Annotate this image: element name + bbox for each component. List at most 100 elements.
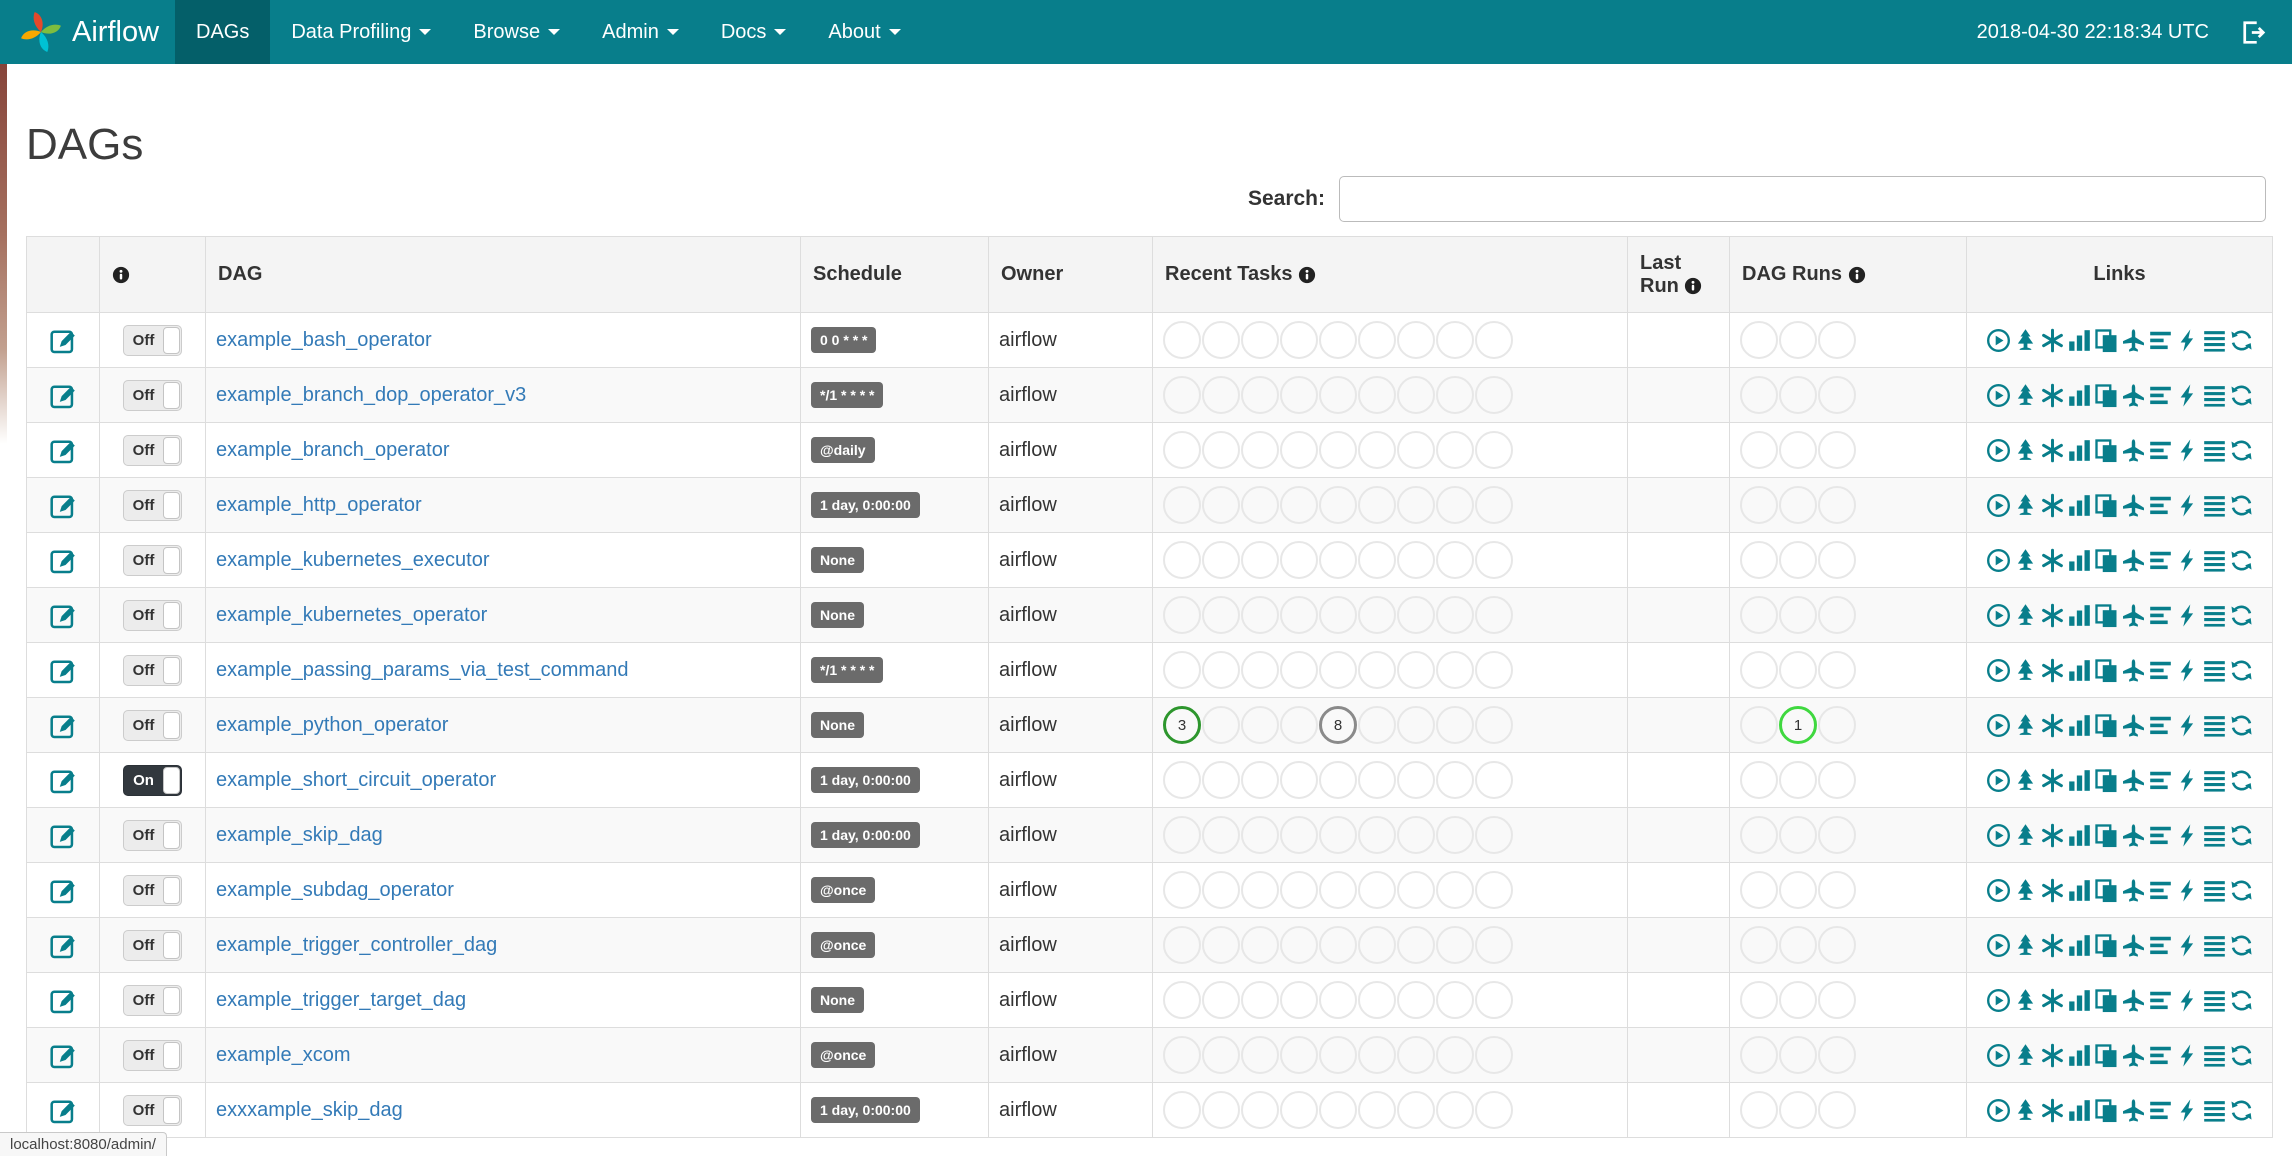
gantt-view-icon[interactable] [2148,933,2173,958]
task-tries-icon[interactable] [2094,493,2119,518]
refresh-icon[interactable] [2229,658,2254,683]
refresh-icon[interactable] [2229,823,2254,848]
log-icon[interactable] [2202,823,2227,848]
graph-view-icon[interactable] [2040,493,2065,518]
landing-times-icon[interactable] [2121,713,2146,738]
gantt-view-icon[interactable] [2148,878,2173,903]
task-tries-icon[interactable] [2094,768,2119,793]
tree-view-icon[interactable] [2013,768,2038,793]
dag-pause-toggle[interactable]: Off [123,489,182,521]
task-duration-icon[interactable] [2067,1098,2092,1123]
gantt-view-icon[interactable] [2148,713,2173,738]
code-view-icon[interactable] [2175,548,2200,573]
dag-pause-toggle[interactable]: Off [123,929,182,961]
dag-link[interactable]: example_python_operator [216,714,448,736]
dag-link[interactable]: example_xcom [216,1044,351,1066]
trigger-dag-icon[interactable] [1986,768,2011,793]
trigger-dag-icon[interactable] [1986,713,2011,738]
gantt-view-icon[interactable] [2148,1098,2173,1123]
trigger-dag-icon[interactable] [1986,823,2011,848]
dag-pause-toggle[interactable]: Off [123,709,182,741]
task-duration-icon[interactable] [2067,1043,2092,1068]
tree-view-icon[interactable] [2013,713,2038,738]
trigger-dag-icon[interactable] [1986,658,2011,683]
nav-item-admin[interactable]: Admin [581,0,700,64]
nav-item-about[interactable]: About [807,0,921,64]
gantt-view-icon[interactable] [2148,548,2173,573]
tree-view-icon[interactable] [2013,933,2038,958]
edit-dag-icon[interactable] [49,767,77,794]
graph-view-icon[interactable] [2040,383,2065,408]
code-view-icon[interactable] [2175,768,2200,793]
graph-view-icon[interactable] [2040,658,2065,683]
task-duration-icon[interactable] [2067,878,2092,903]
landing-times-icon[interactable] [2121,823,2146,848]
trigger-dag-icon[interactable] [1986,493,2011,518]
edit-dag-icon[interactable] [49,712,77,739]
gantt-view-icon[interactable] [2148,658,2173,683]
log-icon[interactable] [2202,878,2227,903]
tree-view-icon[interactable] [2013,878,2038,903]
gantt-view-icon[interactable] [2148,383,2173,408]
landing-times-icon[interactable] [2121,383,2146,408]
log-icon[interactable] [2202,548,2227,573]
log-icon[interactable] [2202,603,2227,628]
nav-item-dags[interactable]: DAGs [175,0,271,64]
dag-link[interactable]: exxxample_skip_dag [216,1099,403,1121]
gantt-view-icon[interactable] [2148,603,2173,628]
edit-dag-icon[interactable] [49,1042,77,1069]
search-input[interactable] [1339,176,2266,222]
tree-view-icon[interactable] [2013,383,2038,408]
landing-times-icon[interactable] [2121,1043,2146,1068]
refresh-icon[interactable] [2229,383,2254,408]
edit-dag-icon[interactable] [49,657,77,684]
landing-times-icon[interactable] [2121,1098,2146,1123]
trigger-dag-icon[interactable] [1986,988,2011,1013]
dag-pause-toggle[interactable]: Off [123,1039,182,1071]
refresh-icon[interactable] [2229,988,2254,1013]
dag-link[interactable]: example_passing_params_via_test_command [216,659,628,681]
task-duration-icon[interactable] [2067,328,2092,353]
task-duration-icon[interactable] [2067,383,2092,408]
dag-link[interactable]: example_http_operator [216,494,422,516]
refresh-icon[interactable] [2229,878,2254,903]
landing-times-icon[interactable] [2121,878,2146,903]
tree-view-icon[interactable] [2013,658,2038,683]
edit-dag-icon[interactable] [49,602,77,629]
task-duration-icon[interactable] [2067,493,2092,518]
graph-view-icon[interactable] [2040,768,2065,793]
nav-item-browse[interactable]: Browse [452,0,581,64]
dag-pause-toggle[interactable]: Off [123,324,182,356]
tree-view-icon[interactable] [2013,438,2038,463]
gantt-view-icon[interactable] [2148,328,2173,353]
code-view-icon[interactable] [2175,878,2200,903]
refresh-icon[interactable] [2229,493,2254,518]
edit-dag-icon[interactable] [49,327,77,354]
dag-pause-toggle[interactable]: Off [123,1094,182,1126]
refresh-icon[interactable] [2229,1098,2254,1123]
landing-times-icon[interactable] [2121,933,2146,958]
log-icon[interactable] [2202,1098,2227,1123]
recent-task-state-circle[interactable]: 8 [1319,706,1357,744]
trigger-dag-icon[interactable] [1986,548,2011,573]
task-tries-icon[interactable] [2094,713,2119,738]
task-duration-icon[interactable] [2067,933,2092,958]
refresh-icon[interactable] [2229,768,2254,793]
code-view-icon[interactable] [2175,383,2200,408]
dag-link[interactable]: example_trigger_controller_dag [216,934,497,956]
graph-view-icon[interactable] [2040,328,2065,353]
code-view-icon[interactable] [2175,438,2200,463]
dag-link[interactable]: example_kubernetes_executor [216,549,490,571]
dag-link[interactable]: example_trigger_target_dag [216,989,466,1011]
tree-view-icon[interactable] [2013,548,2038,573]
dag-pause-toggle[interactable]: Off [123,379,182,411]
code-view-icon[interactable] [2175,988,2200,1013]
task-duration-icon[interactable] [2067,768,2092,793]
dag-pause-toggle[interactable]: Off [123,984,182,1016]
tree-view-icon[interactable] [2013,493,2038,518]
refresh-icon[interactable] [2229,713,2254,738]
dag-link[interactable]: example_subdag_operator [216,879,454,901]
brand[interactable]: Airflow [0,0,175,64]
gantt-view-icon[interactable] [2148,438,2173,463]
trigger-dag-icon[interactable] [1986,383,2011,408]
